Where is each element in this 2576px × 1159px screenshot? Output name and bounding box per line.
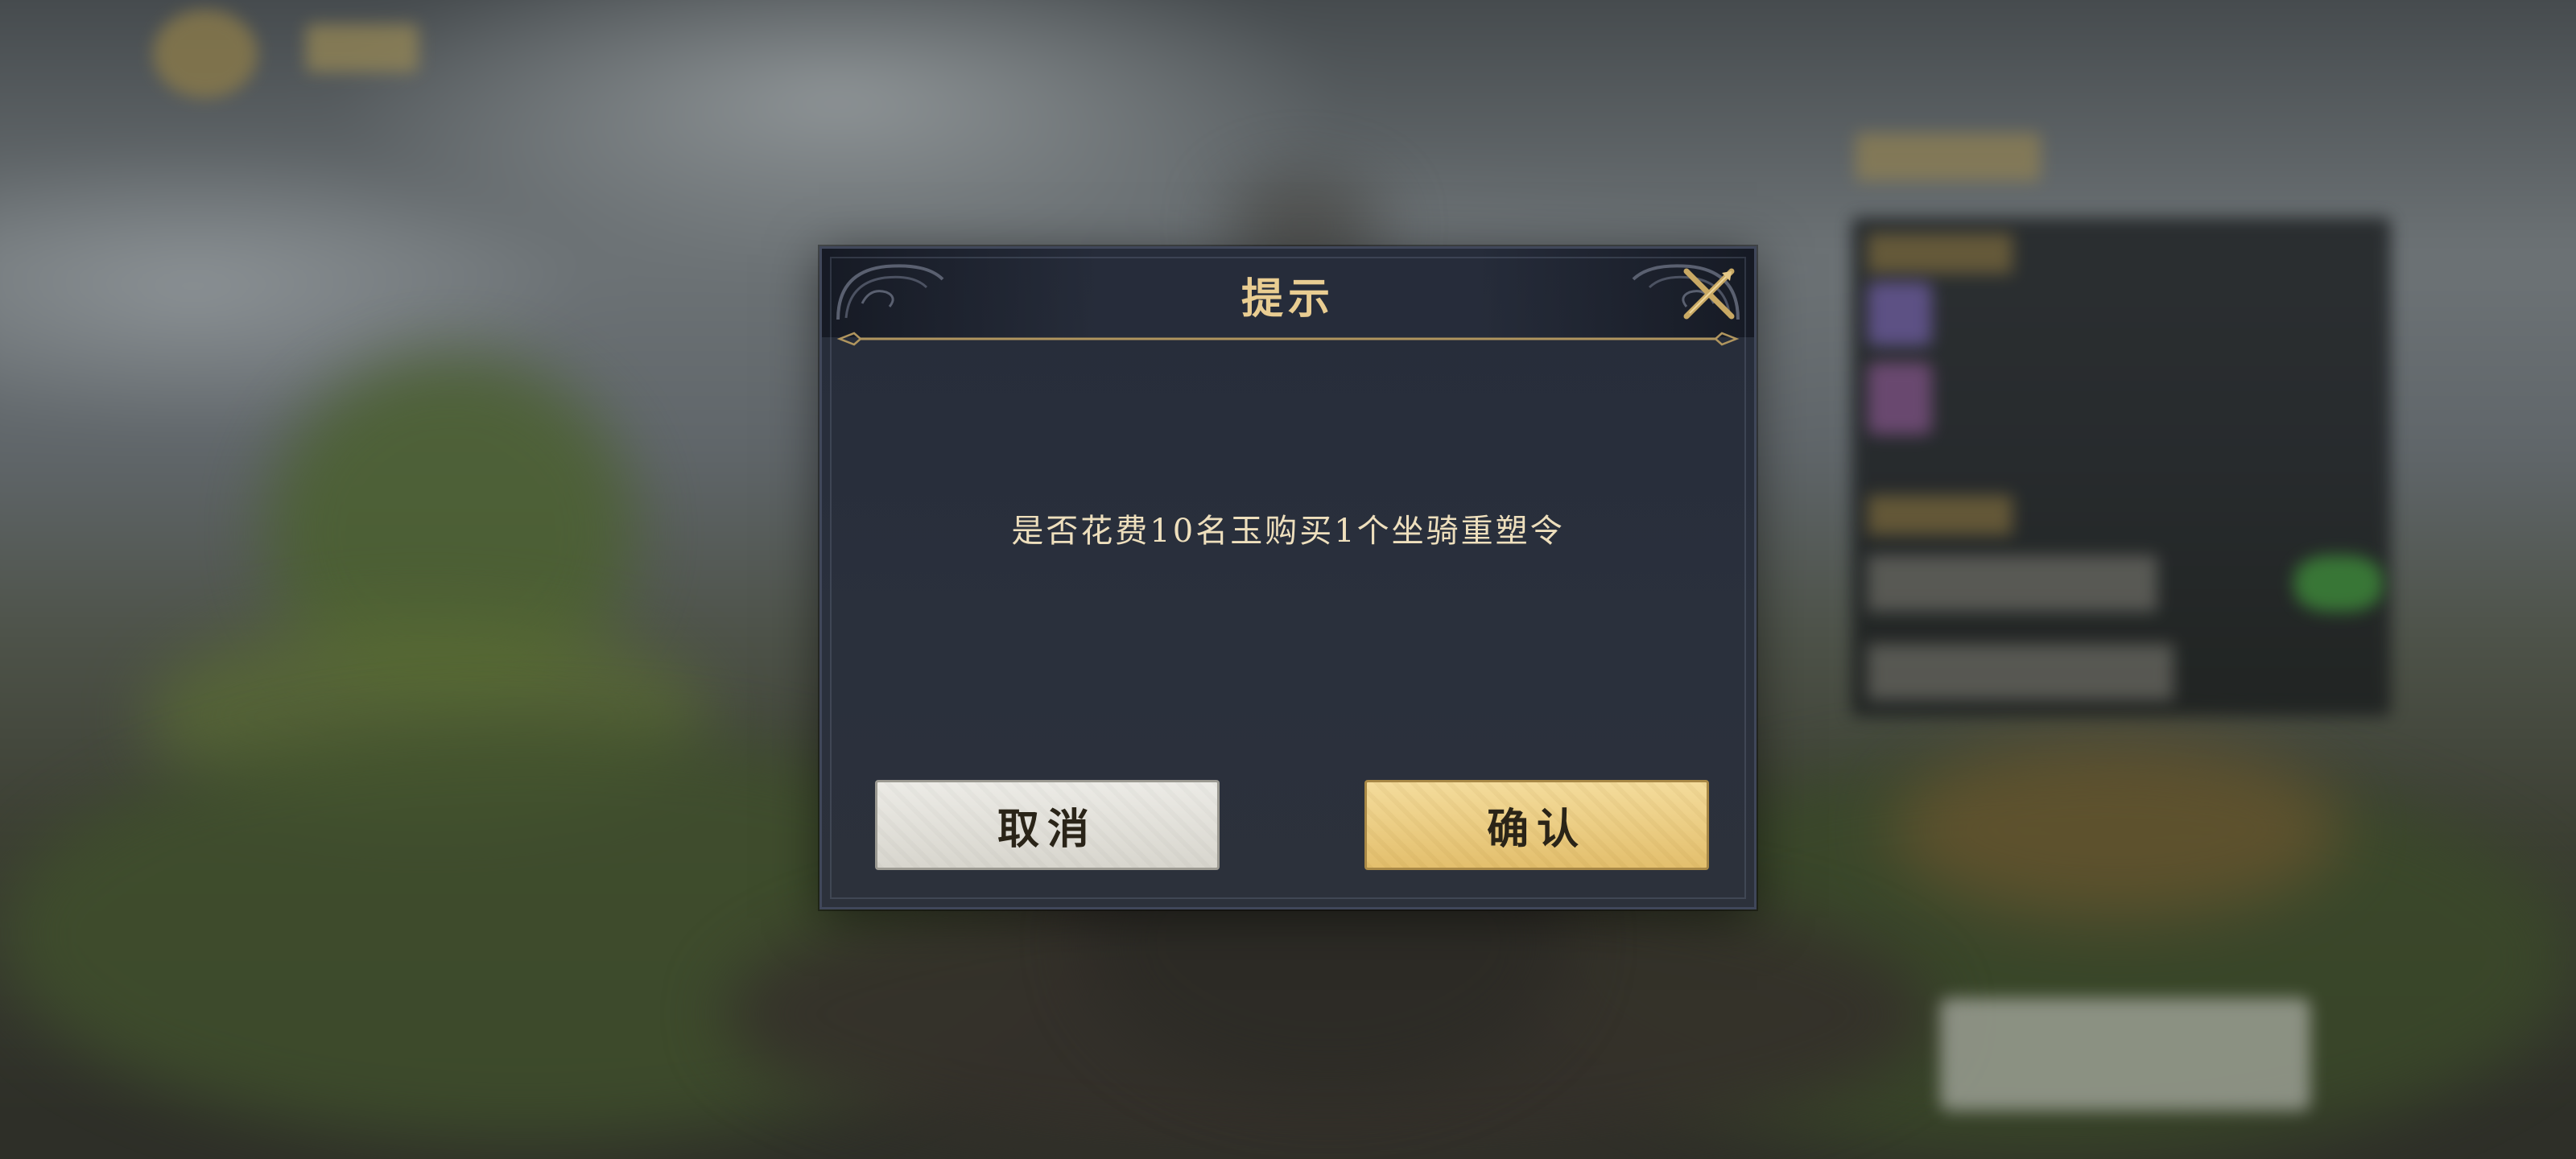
player-name [306, 24, 419, 72]
side-panel [1852, 217, 2391, 716]
cancel-button[interactable]: 取消 [875, 780, 1220, 870]
item-icon [1868, 362, 1932, 435]
side-panel-title [1856, 133, 2041, 181]
side-panel-row [1868, 644, 2174, 700]
player-avatar [153, 10, 258, 98]
side-panel-section-header [1868, 233, 2013, 274]
title-divider [836, 332, 1740, 346]
dialog-title: 提示 [1241, 274, 1335, 324]
side-panel-section-header [1868, 495, 2013, 535]
confirm-button[interactable]: 确认 [1364, 780, 1709, 870]
background-action-button [1940, 998, 2310, 1111]
side-panel-row [1868, 555, 2157, 612]
cancel-button-label: 取消 [997, 804, 1097, 854]
dialog-message: 是否花费10名玉购买1个坐骑重塑令 [1011, 513, 1565, 550]
confirm-purchase-dialog: 提示 是否花费10名玉购买1个坐骑重塑令 取消 确认 [819, 246, 1757, 909]
confirm-button-label: 确认 [1486, 804, 1587, 854]
close-icon [1683, 268, 1735, 320]
status-indicator [2294, 555, 2383, 612]
close-button[interactable] [1675, 260, 1743, 328]
background-flowers [1892, 740, 2343, 918]
item-icon [1868, 282, 1932, 346]
